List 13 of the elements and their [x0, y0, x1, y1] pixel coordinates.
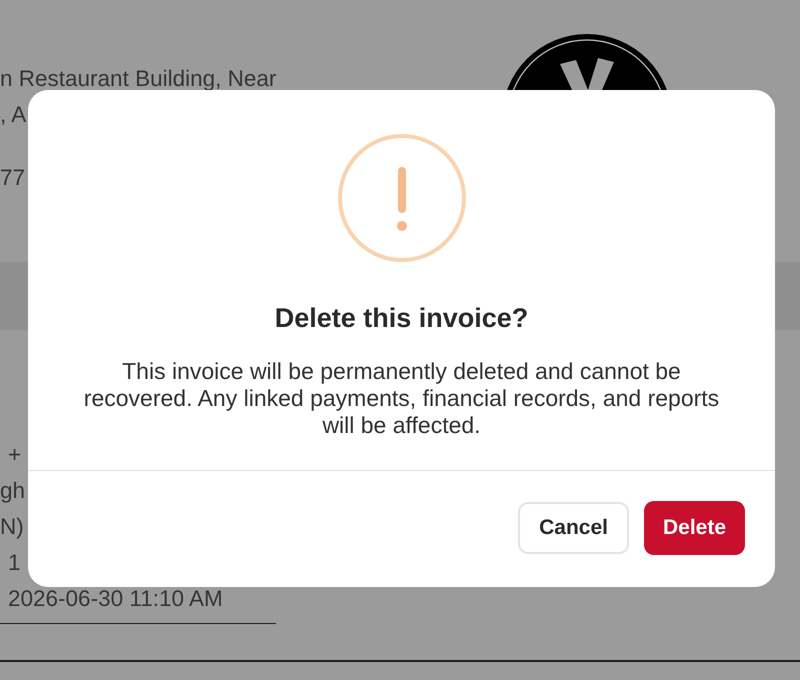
detail-text: 2026-06-30 11:10 AM: [8, 585, 223, 613]
detail-text: N): [0, 513, 24, 541]
detail-text: 1: [8, 549, 21, 577]
dialog-title: Delete this invoice?: [274, 302, 528, 334]
dialog-message: This invoice will be permanently deleted and cannot be recovered. Any linked payments, financial records, and reports will be affected.: [82, 358, 720, 439]
warning-icon: [338, 134, 466, 262]
address-text: , A: [0, 101, 26, 129]
detail-text: +: [8, 441, 22, 469]
detail-text: gh: [0, 477, 26, 505]
phone-text: 77: [0, 164, 26, 192]
cancel-button[interactable]: Cancel: [518, 502, 629, 554]
address-text: n Restaurant Building, Near: [0, 65, 276, 93]
delete-button[interactable]: Delete: [644, 501, 745, 555]
